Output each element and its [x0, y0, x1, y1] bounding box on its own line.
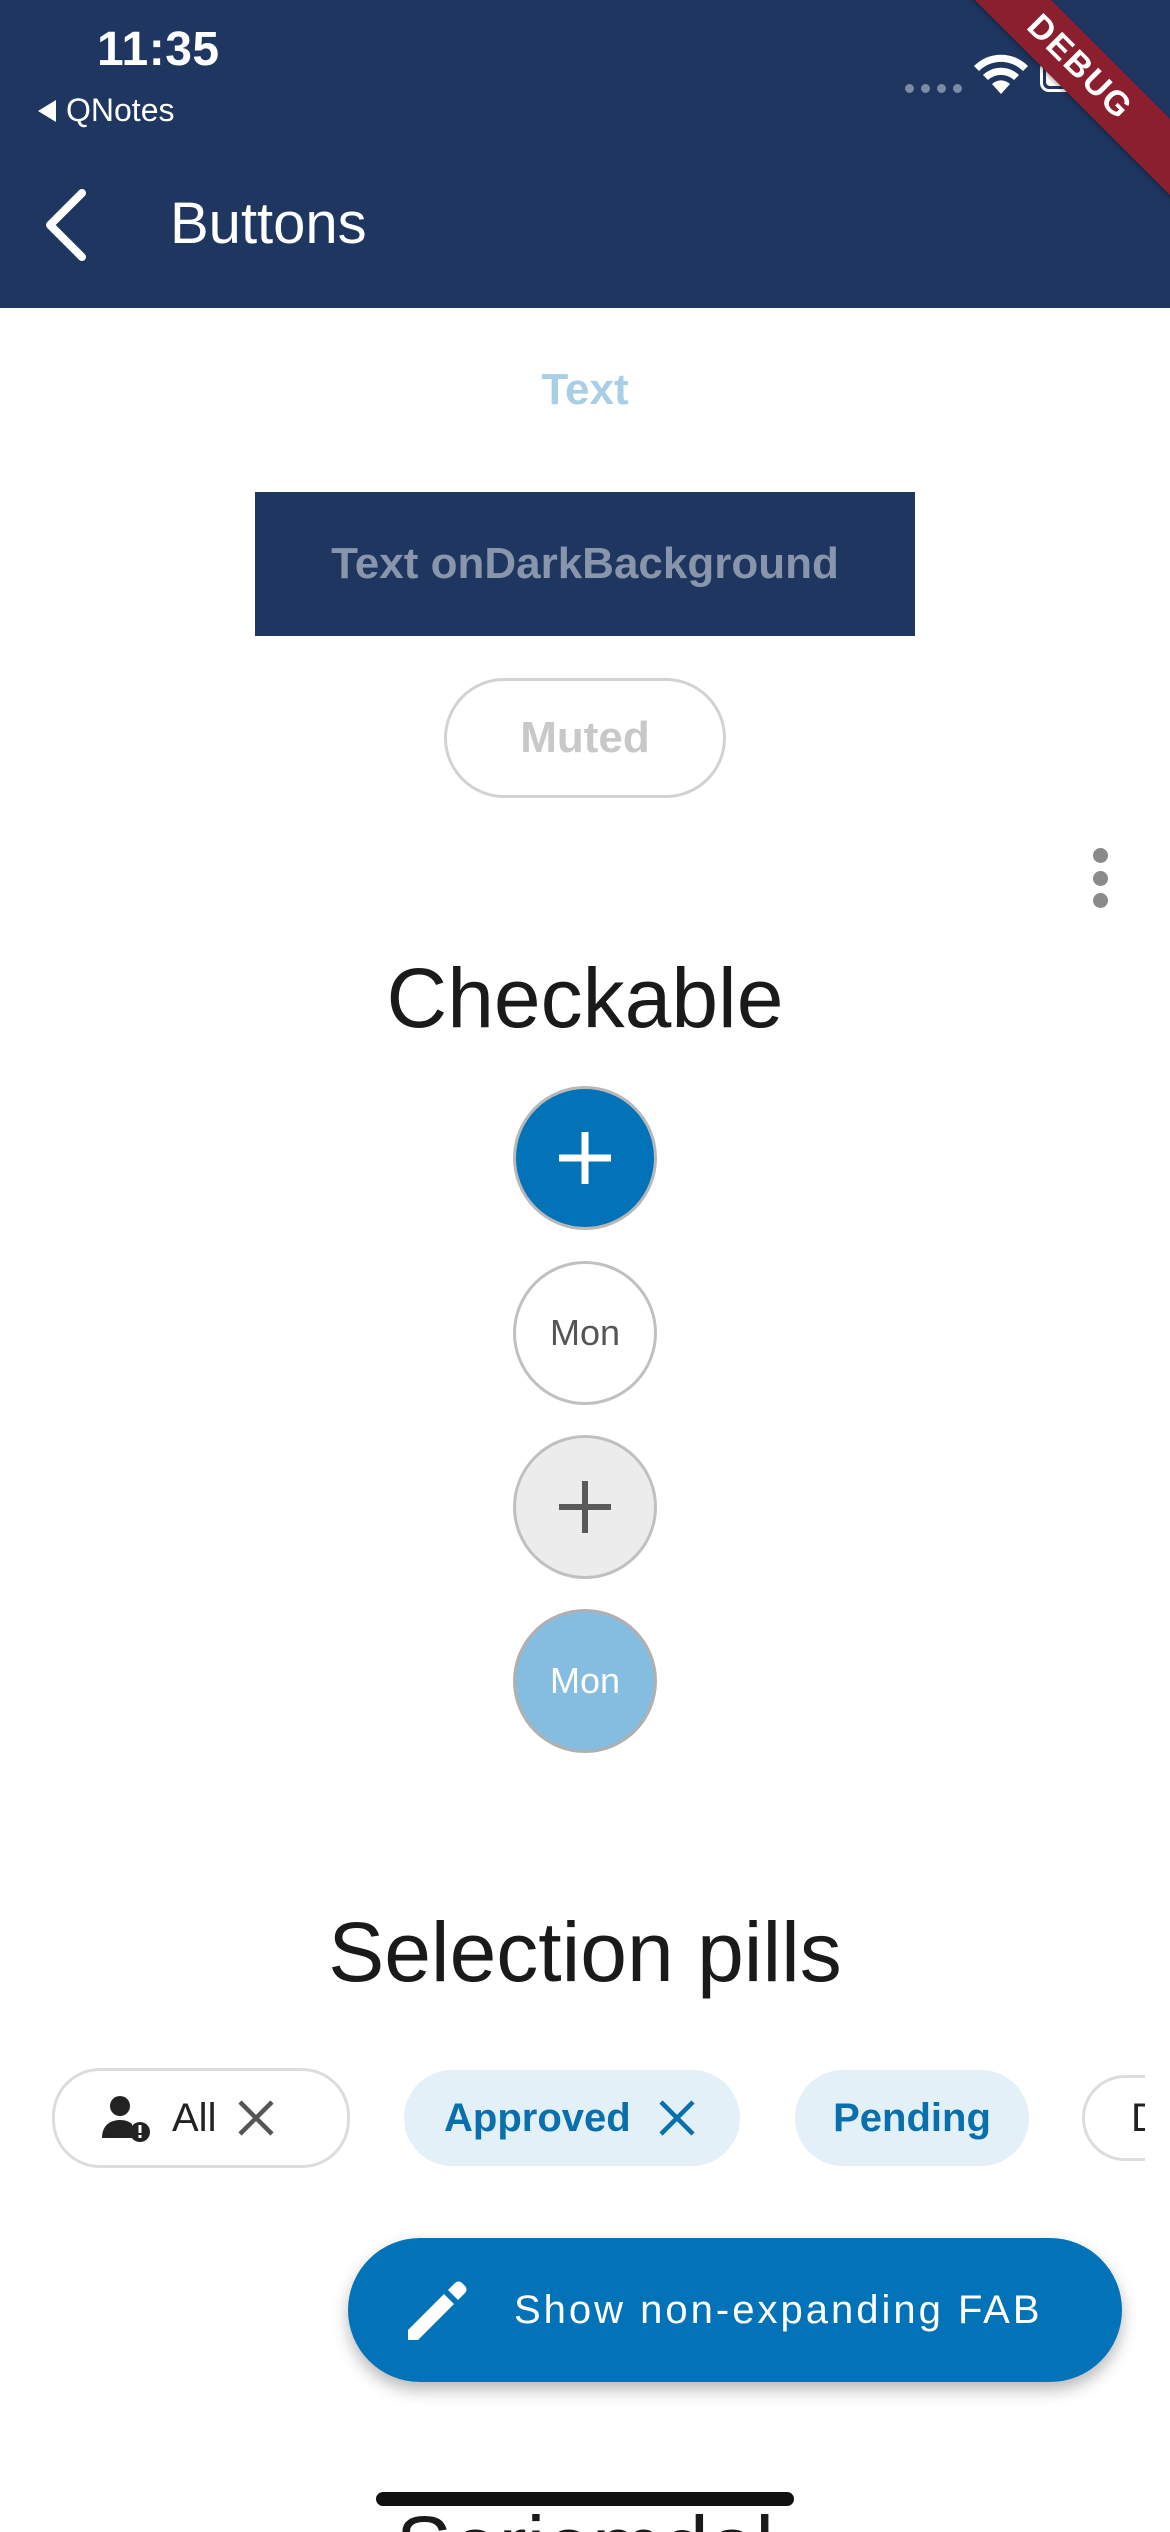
checkable-label: Mon — [549, 1660, 621, 1701]
status-time: 11:35 — [97, 23, 220, 76]
cellular-signal-icon — [905, 84, 962, 93]
pill-label: Approved — [444, 2095, 631, 2140]
more-options-icon[interactable] — [1085, 842, 1115, 914]
checkable-add-disabled[interactable] — [513, 1435, 657, 1579]
close-icon[interactable] — [236, 2098, 276, 2138]
back-triangle-icon — [38, 99, 56, 122]
show-non-expanding-fab-button[interactable]: Show non-expanding FAB — [348, 2238, 1122, 2382]
scroll-clip — [1145, 2060, 1170, 2180]
back-button[interactable] — [30, 180, 100, 270]
text-button[interactable]: Text — [435, 355, 735, 425]
close-icon[interactable] — [657, 2098, 697, 2138]
home-indicator[interactable] — [376, 2492, 794, 2506]
pencil-icon — [408, 2281, 467, 2340]
plus-icon — [559, 1132, 611, 1184]
pill-all[interactable]: All — [52, 2068, 350, 2168]
app-bar: 11:35 QNotes DEBUG Buttons — [0, 0, 1170, 308]
status-back-app-label: QNotes — [66, 92, 175, 128]
plus-icon — [559, 1481, 611, 1533]
section-title-selection-pills: Selection pills — [328, 1905, 842, 1999]
screen: 11:35 QNotes DEBUG Buttons Text Text onD… — [0, 0, 1170, 2532]
checkable-add-selected[interactable] — [513, 1086, 657, 1230]
checkable-mon-unselected[interactable]: Mon — [513, 1261, 657, 1405]
wifi-icon — [974, 54, 1028, 94]
section-title-checkable: Checkable — [386, 951, 784, 1045]
chevron-left-icon — [46, 189, 86, 261]
fab-label: Show non-expanding FAB — [514, 2287, 1043, 2332]
status-back-to-app[interactable]: QNotes — [38, 92, 174, 129]
pill-approved[interactable]: Approved — [404, 2070, 740, 2166]
pill-pending[interactable]: Pending — [795, 2070, 1029, 2166]
muted-button[interactable]: Muted — [444, 678, 726, 798]
dark-background-button[interactable]: Text onDarkBackground — [255, 492, 915, 636]
page-title: Buttons — [170, 191, 367, 256]
person-alert-icon — [102, 2096, 150, 2142]
pill-label: All — [172, 2095, 217, 2140]
checkable-mon-selected-disabled[interactable]: Mon — [513, 1609, 657, 1753]
debug-banner: DEBUG — [933, 0, 1170, 214]
checkable-label: Mon — [549, 1312, 621, 1353]
pill-label: Pending — [833, 2095, 991, 2140]
